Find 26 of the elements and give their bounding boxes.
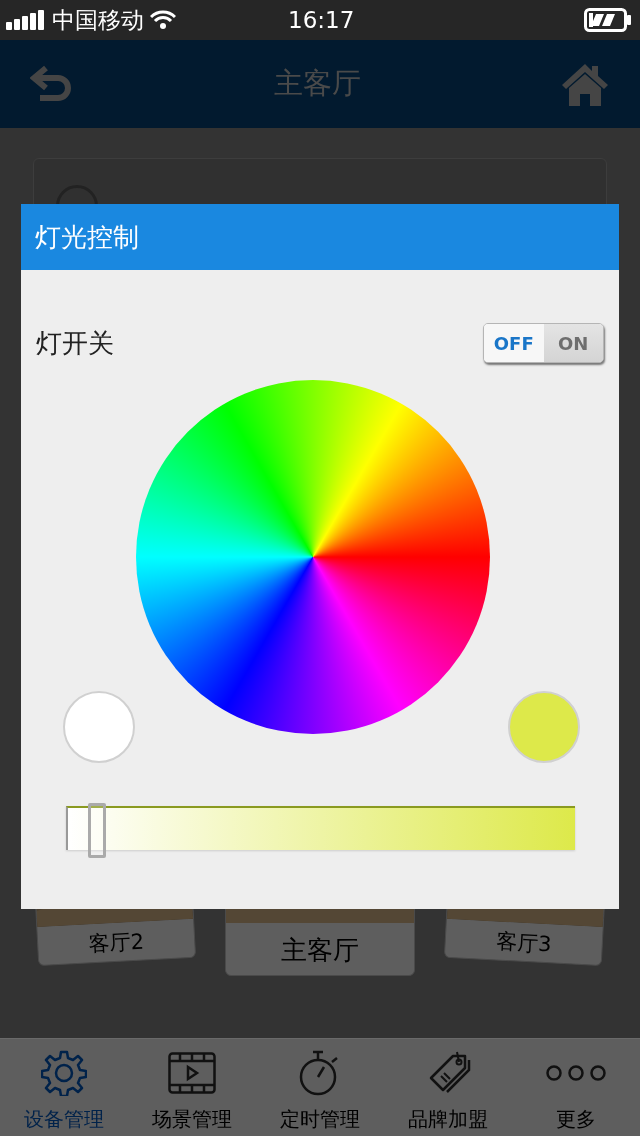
tab[interactable]: 定时管理 xyxy=(256,1039,384,1136)
dialog-title: 灯光控制 xyxy=(21,204,619,270)
tab[interactable]: 场景管理 xyxy=(128,1039,256,1136)
carrier: 中国移动 xyxy=(52,5,144,35)
wifi-icon xyxy=(150,10,176,30)
page-title: 主客厅 xyxy=(273,65,361,102)
room-label: 客厅2 xyxy=(87,928,145,959)
back-icon[interactable] xyxy=(30,64,74,104)
on-label: ON xyxy=(543,324,603,362)
settings-icon xyxy=(41,1050,87,1096)
film-icon xyxy=(168,1052,216,1094)
tab[interactable]: 设备管理 xyxy=(0,1039,128,1136)
slider-thumb[interactable] xyxy=(87,803,106,858)
tab[interactable]: 更多 xyxy=(512,1039,640,1136)
switch-label: 灯开关 xyxy=(36,326,114,360)
room-label: 客厅3 xyxy=(495,928,553,959)
toggle-switch[interactable]: OFF ON xyxy=(483,323,604,363)
room-label: 主客厅 xyxy=(281,934,359,967)
off-label: OFF xyxy=(484,324,544,362)
signal-icon xyxy=(6,10,46,30)
home-icon[interactable] xyxy=(560,61,610,107)
clock: 16:17 xyxy=(288,7,355,33)
more-icon xyxy=(546,1064,606,1082)
tab[interactable]: 品牌加盟 xyxy=(384,1039,512,1136)
brightness-slider[interactable] xyxy=(66,803,575,858)
battery-icon xyxy=(584,8,632,32)
